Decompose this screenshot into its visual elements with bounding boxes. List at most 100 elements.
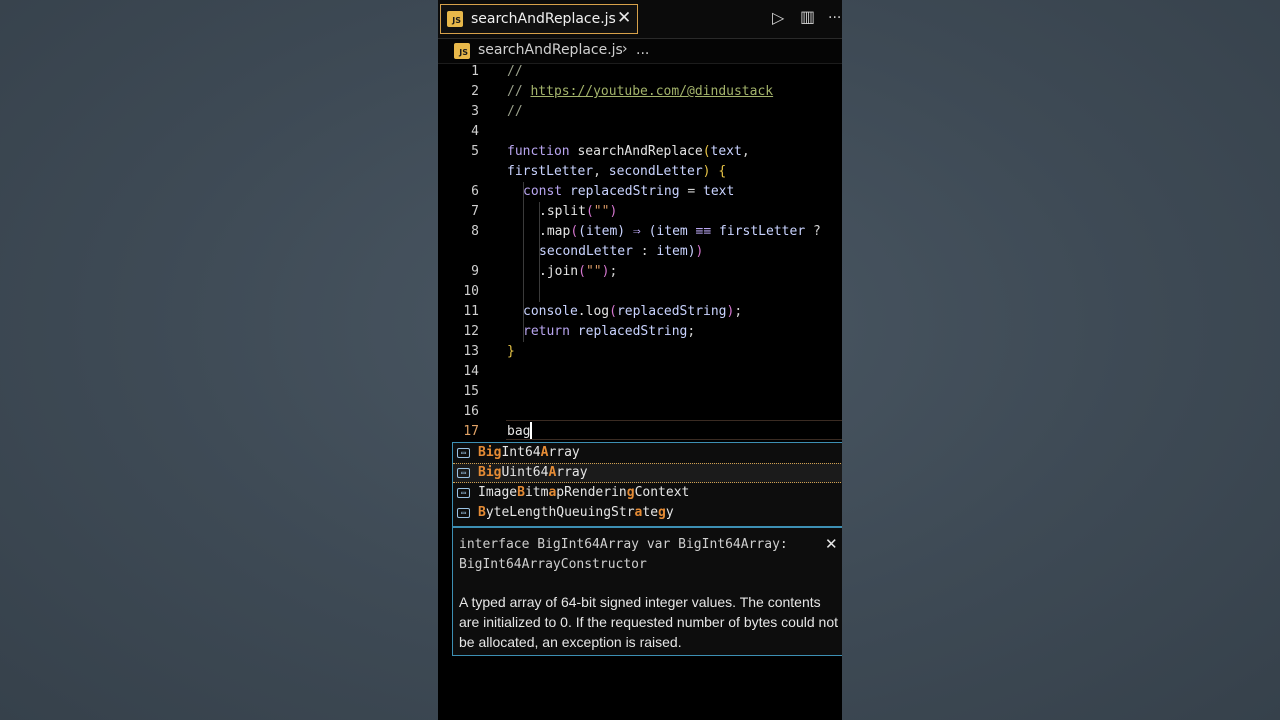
operator: = xyxy=(679,184,704,199)
match-highlight: B xyxy=(478,505,486,520)
label-text: Context xyxy=(634,485,690,500)
variable: item xyxy=(656,224,688,239)
comment: // xyxy=(507,104,523,119)
breadcrumb-symbols[interactable]: ... xyxy=(636,42,649,58)
variable: secondLetter xyxy=(539,244,633,259)
semicolon: ; xyxy=(687,324,696,339)
keyword: function xyxy=(507,144,570,159)
suggestion-label: BigUint64Array xyxy=(478,464,588,482)
match-highlight: ig xyxy=(485,445,502,460)
type-signature: interface BigInt64Array var BigInt64Arra… xyxy=(459,537,788,572)
keyword: return xyxy=(523,324,578,339)
match-highlight: B xyxy=(517,485,525,500)
param: secondLetter xyxy=(608,164,703,179)
line-number: 7 xyxy=(471,204,479,219)
code-line: return replacedString; xyxy=(523,322,695,342)
text-cursor xyxy=(530,422,532,439)
variable: replacedString xyxy=(577,324,688,339)
arrow: ⇒ xyxy=(625,224,649,239)
variable: text xyxy=(703,184,735,199)
js-file-icon: JS xyxy=(454,43,470,59)
documentation-text: A typed array of 64-bit signed integer v… xyxy=(459,594,839,650)
paren: ) xyxy=(695,244,704,259)
close-icon[interactable]: ✕ xyxy=(617,8,631,28)
string: "" xyxy=(585,264,602,279)
code-line: .split("") xyxy=(539,202,617,222)
line-number: 2 xyxy=(471,84,479,99)
operator: ≡≡ xyxy=(687,224,720,239)
paren: ( xyxy=(609,304,617,319)
paren: ) xyxy=(687,244,696,259)
line-number: 4 xyxy=(471,124,479,139)
code-line: .join(""); xyxy=(539,262,617,282)
paren: ) xyxy=(609,204,618,219)
line-number: 11 xyxy=(463,304,479,319)
run-icon[interactable]: ▷ xyxy=(772,8,784,27)
suggestion-label: ImageBitmapRenderingContext xyxy=(478,483,689,503)
match-highlight: g xyxy=(626,485,635,500)
typed-text: bag xyxy=(507,424,531,439)
line-number: 3 xyxy=(471,104,479,119)
comment: // xyxy=(507,84,531,99)
method: .split xyxy=(539,204,586,219)
code-line: function searchAndReplace(text, xyxy=(507,142,750,162)
tab-searchandreplace[interactable]: JS searchAndReplace.js ✕ xyxy=(440,4,638,34)
brace: } xyxy=(507,344,515,359)
operator: : xyxy=(632,244,657,259)
param: text xyxy=(710,144,742,159)
line-number: 15 xyxy=(463,384,479,399)
method: .map xyxy=(539,224,571,239)
code-line-active[interactable]: bag xyxy=(507,422,530,442)
suggestion-item[interactable]: ▭ ByteLengthQueuingStrategy xyxy=(453,503,842,523)
line-number: 12 xyxy=(463,324,479,339)
suggestion-item[interactable]: ▭ BigInt64Array xyxy=(453,443,842,463)
tab-bar: JS searchAndReplace.js ✕ ▷ ▥ ··· xyxy=(438,0,842,39)
variable: replacedString xyxy=(616,304,727,319)
variable-icon: ▭ xyxy=(457,508,470,518)
line-number-active: 17 xyxy=(463,424,479,439)
line-number: 5 xyxy=(471,144,479,159)
code-editor: JS searchAndReplace.js ✕ ▷ ▥ ··· JS sear… xyxy=(438,0,842,720)
label-text: rray xyxy=(556,465,588,480)
split-editor-icon[interactable]: ▥ xyxy=(800,7,815,26)
current-line-highlight xyxy=(506,420,842,440)
code-line: // xyxy=(507,62,523,82)
label-text: rray xyxy=(548,445,580,460)
breadcrumb-file[interactable]: searchAndReplace.js xyxy=(478,42,623,58)
variable: firstLetter xyxy=(719,224,806,239)
label-text: y xyxy=(665,505,674,520)
code-line: secondLetter : item)) xyxy=(539,242,703,262)
line-number: 1 xyxy=(471,64,479,79)
label-text: itm xyxy=(524,485,549,500)
comma: , xyxy=(593,164,609,179)
paren: ( xyxy=(578,224,586,239)
more-actions-icon[interactable]: ··· xyxy=(828,10,841,26)
code-line: console.log(replacedString); xyxy=(523,302,742,322)
line-number: 14 xyxy=(463,364,479,379)
code-line: } xyxy=(507,342,515,362)
variable-icon: ▭ xyxy=(457,488,470,498)
comment-link[interactable]: https://youtube.com/@dindustack xyxy=(530,84,773,99)
param: item xyxy=(585,224,618,239)
variable-icon: ▭ xyxy=(457,448,470,458)
suggestion-item[interactable]: ▭ ImageBitmapRenderingContext xyxy=(453,483,842,503)
paren: ( xyxy=(585,204,594,219)
paren: ) xyxy=(702,164,711,179)
suggestion-label: ByteLengthQueuingStrategy xyxy=(478,503,674,523)
paren: ( xyxy=(570,224,579,239)
brace: { xyxy=(710,164,727,179)
label-text: Uint64 xyxy=(501,465,549,480)
close-icon[interactable]: ✕ xyxy=(825,535,838,553)
variable: item xyxy=(656,244,688,259)
comma: , xyxy=(741,144,750,159)
line-number: 8 xyxy=(471,224,479,239)
semicolon: ; xyxy=(609,264,618,279)
label-text: yteLengthQueuingStr xyxy=(485,505,635,520)
match-highlight: B xyxy=(478,465,486,480)
suggestion-item-selected[interactable]: ▭ BigUint64Array xyxy=(453,463,842,483)
method: .log xyxy=(577,304,610,319)
paren: ) xyxy=(617,224,626,239)
code-area[interactable]: 1 2 3 4 5 6 7 8 9 10 11 12 13 14 15 16 1… xyxy=(438,62,842,440)
suggestion-label: BigInt64Array xyxy=(478,443,580,463)
semicolon: ; xyxy=(734,304,743,319)
